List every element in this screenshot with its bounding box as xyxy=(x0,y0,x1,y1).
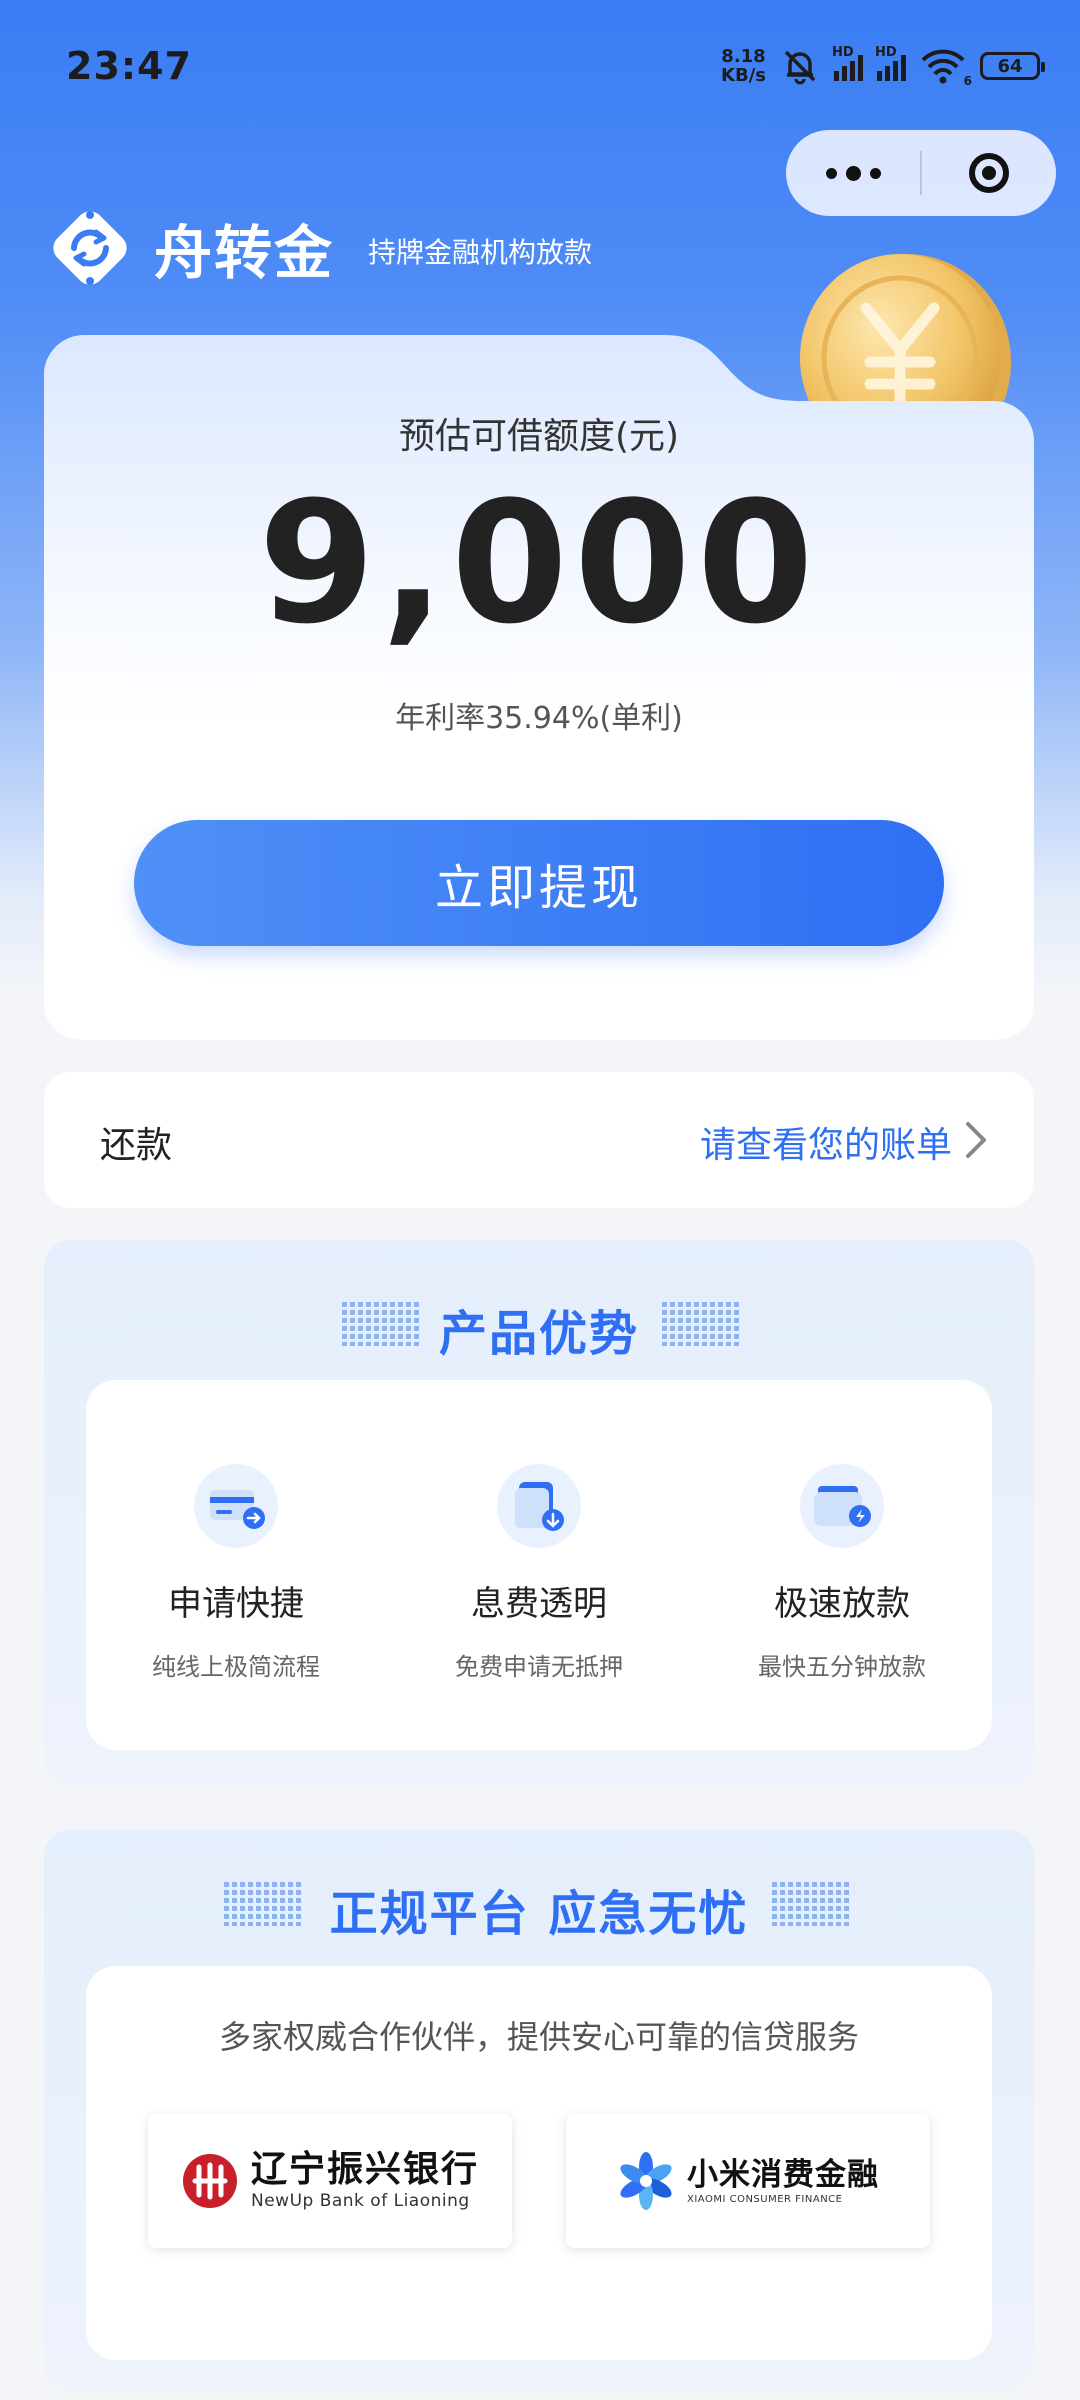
feature-desc: 最快五分钟放款 xyxy=(758,1653,926,1681)
network-speed: 8.18 KB/s xyxy=(721,46,766,86)
wifi-icon: 6 xyxy=(920,48,972,88)
brand-header: 舟转金 持牌金融机构放款 xyxy=(44,200,592,296)
cellular-signal-2-icon: HD xyxy=(875,45,906,81)
withdraw-button[interactable]: 立即提现 xyxy=(134,820,944,946)
platform-title: 正规平台 应急无忧 xyxy=(329,1886,749,1942)
cellular-signal-1-icon: HD xyxy=(832,45,863,81)
feature-item: 极速放款 最快五分钟放款 xyxy=(692,1460,992,1682)
wallet-lightning-icon xyxy=(800,1464,884,1548)
newup-bank-logo-icon xyxy=(182,2154,237,2208)
partner-logo-liaoning-bank: 辽宁振兴银行 NewUp Bank of Liaoning xyxy=(148,2114,512,2248)
features-panel: 申请快捷 纯线上极简流程 息费透明 免费申请无抵押 极速放款 最快五分钟放款 xyxy=(86,1380,992,1750)
feature-item: 息费透明 免费申请无抵押 xyxy=(389,1460,689,1682)
feature-item: 申请快捷 纯线上极简流程 xyxy=(86,1460,386,1682)
miniprogram-capsule xyxy=(786,130,1056,216)
dot-grid-decoration-icon xyxy=(772,1882,850,1926)
partners-panel: 多家权威合作伙伴，提供安心可靠的信贷服务 辽宁振兴银行 NewUp Bank o… xyxy=(86,1966,992,2360)
status-time: 23:47 xyxy=(66,44,192,88)
partner-subtitle: XIAOMI CONSUMER FINANCE xyxy=(687,2193,843,2205)
battery-icon: 64 xyxy=(980,52,1045,80)
quota-amount: 9,000 xyxy=(258,465,820,661)
feature-title: 息费透明 xyxy=(471,1584,607,1624)
feature-title: 极速放款 xyxy=(774,1584,910,1624)
brand-logo-icon xyxy=(53,211,127,285)
feature-desc: 纯线上极简流程 xyxy=(152,1653,320,1681)
status-bar: 23:47 8.18 KB/s HD HD 6 64 xyxy=(0,0,1080,135)
document-download-icon xyxy=(497,1464,581,1548)
partner-logo-xiaomi-finance: 小米消费金融 XIAOMI CONSUMER FINANCE xyxy=(566,2114,930,2248)
brand-tagline: 持牌金融机构放款 xyxy=(368,236,593,269)
quota-card: 预估可借额度(元) 9,000 年利率35.94%(单利) 立即提现 xyxy=(44,335,1034,1040)
feature-desc: 免费申请无抵押 xyxy=(455,1653,623,1681)
target-icon xyxy=(969,153,1009,193)
view-bill-link[interactable]: 请查看您的账单 xyxy=(700,1116,952,1168)
mute-bell-icon xyxy=(784,50,816,85)
more-options-button[interactable] xyxy=(786,130,920,216)
partner-name: 小米消费金融 xyxy=(687,2156,879,2193)
product-advantages-title: 产品优势 xyxy=(438,1306,639,1362)
status-icons: 8.18 KB/s HD HD 6 64 xyxy=(721,44,1045,88)
close-miniprogram-button[interactable] xyxy=(922,130,1056,216)
dot-grid-decoration-icon xyxy=(662,1302,740,1346)
repay-row[interactable]: 还款 请查看您的账单 xyxy=(44,1072,1034,1208)
brand-name: 舟转金 xyxy=(154,219,335,287)
partner-name: 辽宁振兴银行 xyxy=(250,2149,479,2190)
partner-subtitle: NewUp Bank of Liaoning xyxy=(250,2191,470,2211)
platform-section: 正规平台 应急无忧 多家权威合作伙伴，提供安心可靠的信贷服务 辽宁振兴银行 Ne… xyxy=(44,1830,1034,2390)
quota-label: 预估可借额度(元) xyxy=(398,416,680,457)
repay-label: 还款 xyxy=(100,1125,173,1166)
product-advantages-section: 产品优势 申请快捷 纯线上极简流程 息费透明 免费申请无抵押 极速放款 最快五分… xyxy=(44,1240,1034,1786)
chevron-right-icon xyxy=(966,1122,986,1158)
partners-description: 多家权威合作伙伴，提供安心可靠的信贷服务 xyxy=(218,2018,859,2056)
annual-rate: 年利率35.94%(单利) xyxy=(395,701,683,736)
xiaomi-finance-logo-icon xyxy=(620,2152,672,2210)
card-arrow-icon xyxy=(194,1464,278,1548)
feature-title: 申请快捷 xyxy=(168,1584,304,1624)
